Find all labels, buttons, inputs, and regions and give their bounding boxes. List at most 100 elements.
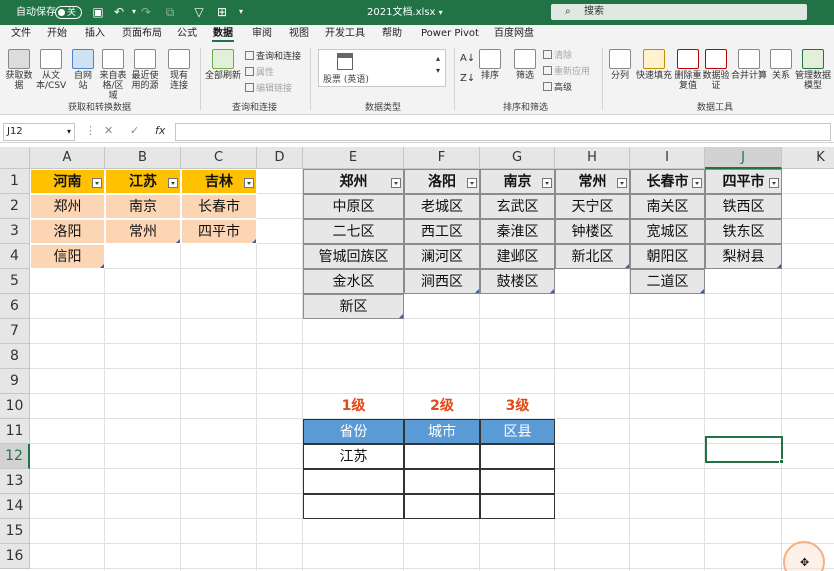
district-cell[interactable]: 梨树县 <box>705 244 782 269</box>
district-cell[interactable]: 涧西区 <box>404 269 480 294</box>
district-cell[interactable]: 新区 <box>303 294 404 319</box>
remove-duplicates-button[interactable]: 删除重复值 <box>674 49 702 91</box>
entry-cell[interactable] <box>404 469 480 494</box>
province-header-2[interactable]: 吉林 <box>181 169 257 194</box>
menu-home[interactable]: 开始 <box>47 25 67 43</box>
formula-input[interactable] <box>175 123 831 141</box>
row-header-2[interactable]: 2 <box>0 194 30 219</box>
menu-page-layout[interactable]: 页面布局 <box>122 25 162 43</box>
table-resize-handle[interactable] <box>475 289 479 293</box>
city-header-0[interactable]: 郑州 <box>303 169 404 194</box>
row-header-16[interactable]: 16 <box>0 544 30 569</box>
relationships-button[interactable]: 关系 <box>769 49 793 81</box>
district-cell[interactable]: 西工区 <box>404 219 480 244</box>
row-header-8[interactable]: 8 <box>0 344 30 369</box>
filter-dropdown-icon[interactable] <box>168 178 178 188</box>
district-cell[interactable]: 南关区 <box>630 194 705 219</box>
province-cell[interactable]: 郑州 <box>30 194 105 219</box>
filter-dropdown-icon[interactable] <box>92 178 102 188</box>
advanced-filter-button[interactable]: 高级 <box>543 82 572 94</box>
district-cell[interactable]: 澜河区 <box>404 244 480 269</box>
menu-power-pivot[interactable]: Power Pivot <box>421 25 479 43</box>
from-web-button[interactable]: 自网站 <box>70 49 96 91</box>
refresh-all-button[interactable]: 全部刷新 <box>204 49 242 81</box>
datatype-scroll-up-icon[interactable]: ▴ <box>436 53 440 65</box>
filter-dropdown-icon[interactable] <box>769 178 779 188</box>
district-cell[interactable]: 玄武区 <box>480 194 555 219</box>
consolidate-button[interactable]: 合并计算 <box>731 49 767 81</box>
province-cell[interactable]: 长春市 <box>181 194 257 219</box>
menu-formulas[interactable]: 公式 <box>177 25 197 43</box>
column-header-c[interactable]: C <box>181 147 257 169</box>
menu-developer[interactable]: 开发工具 <box>325 25 365 43</box>
row-header-10[interactable]: 10 <box>0 394 30 419</box>
district-cell[interactable]: 中原区 <box>303 194 404 219</box>
city-header-2[interactable]: 南京 <box>480 169 555 194</box>
row-header-7[interactable]: 7 <box>0 319 30 344</box>
column-header-g[interactable]: G <box>480 147 555 169</box>
formula-bar-options-icon[interactable]: ⋮ <box>85 124 96 137</box>
column-header-i[interactable]: I <box>630 147 705 169</box>
menu-baidu-drive[interactable]: 百度网盘 <box>494 25 534 43</box>
city-header-3[interactable]: 常州 <box>555 169 630 194</box>
data-validation-button[interactable]: 数据验证 <box>702 49 730 91</box>
district-cell[interactable]: 铁东区 <box>705 219 782 244</box>
active-cell-j12[interactable] <box>705 436 784 464</box>
city-header-5[interactable]: 四平市 <box>705 169 782 194</box>
table-resize-handle[interactable] <box>176 239 180 243</box>
search-box[interactable]: ⌕ 搜索 <box>551 4 807 20</box>
entry-cell[interactable] <box>303 469 404 494</box>
district-cell[interactable]: 天宁区 <box>555 194 630 219</box>
row-header-9[interactable]: 9 <box>0 369 30 394</box>
province-cell[interactable]: 信阳 <box>30 244 105 269</box>
row-header-4[interactable]: 4 <box>0 244 30 269</box>
properties-button[interactable]: 属性 <box>245 67 274 79</box>
worksheet-grid[interactable]: ABCDEFGHIJK 1 2 3 4 5 6 7 8 9 10 11 12 13 14 15 16 河南 郑州… <box>0 147 834 571</box>
district-cell[interactable]: 金水区 <box>303 269 404 294</box>
insert-function-icon[interactable]: fx <box>155 124 165 137</box>
customize-toolbar-icon[interactable]: ▾ <box>234 5 248 19</box>
redo-icon[interactable]: ↷ <box>139 5 153 19</box>
entry-cell[interactable] <box>404 494 480 519</box>
select-all-corner[interactable] <box>0 147 30 169</box>
entry-cell[interactable]: 江苏 <box>303 444 404 469</box>
filter-dropdown-icon[interactable] <box>467 178 477 188</box>
row-header-11[interactable]: 11 <box>0 419 30 444</box>
manage-data-model-button[interactable]: 管理数据模型 <box>795 49 831 91</box>
recent-sources-button[interactable]: 最近使用的源 <box>130 49 160 91</box>
filter-dropdown-icon[interactable] <box>692 178 702 188</box>
filter-dropdown-icon[interactable] <box>391 178 401 188</box>
stocks-datatype-button[interactable]: 股票 (英语) <box>318 49 446 87</box>
entry-header-2[interactable]: 区县 <box>480 419 555 444</box>
column-header-f[interactable]: F <box>404 147 480 169</box>
flash-fill-button[interactable]: 快速填充 <box>634 49 674 81</box>
row-header-12[interactable]: 12 <box>0 444 30 469</box>
column-header-h[interactable]: H <box>555 147 630 169</box>
table-quick-icon[interactable]: ⊞ <box>215 5 229 19</box>
edit-links-button[interactable]: 编辑链接 <box>245 83 292 95</box>
row-header-6[interactable]: 6 <box>0 294 30 319</box>
district-cell[interactable]: 秦淮区 <box>480 219 555 244</box>
datatype-scroll-down-icon[interactable]: ▾ <box>436 65 440 77</box>
district-cell[interactable]: 建邺区 <box>480 244 555 269</box>
table-resize-handle[interactable] <box>777 264 781 268</box>
save-icon[interactable]: ▣ <box>91 5 105 19</box>
table-resize-handle[interactable] <box>625 264 629 268</box>
name-box-dropdown-icon[interactable]: ▾ <box>67 124 71 140</box>
filter-button[interactable]: 筛选 <box>512 49 538 81</box>
column-header-j[interactable]: J <box>705 147 782 169</box>
column-header-e[interactable]: E <box>303 147 404 169</box>
menu-view[interactable]: 视图 <box>289 25 309 43</box>
district-cell[interactable]: 鼓楼区 <box>480 269 555 294</box>
province-header-0[interactable]: 河南 <box>30 169 105 194</box>
district-cell[interactable]: 铁西区 <box>705 194 782 219</box>
filter-dropdown-icon[interactable] <box>617 178 627 188</box>
queries-connections-button[interactable]: 查询和连接 <box>245 51 301 63</box>
cancel-icon[interactable]: ✕ <box>104 124 113 137</box>
filter-dropdown-icon[interactable] <box>542 178 552 188</box>
province-cell[interactable]: 洛阳 <box>30 219 105 244</box>
entry-cell[interactable] <box>480 469 555 494</box>
district-cell[interactable]: 二七区 <box>303 219 404 244</box>
entry-cell[interactable] <box>404 444 480 469</box>
district-cell[interactable]: 新北区 <box>555 244 630 269</box>
